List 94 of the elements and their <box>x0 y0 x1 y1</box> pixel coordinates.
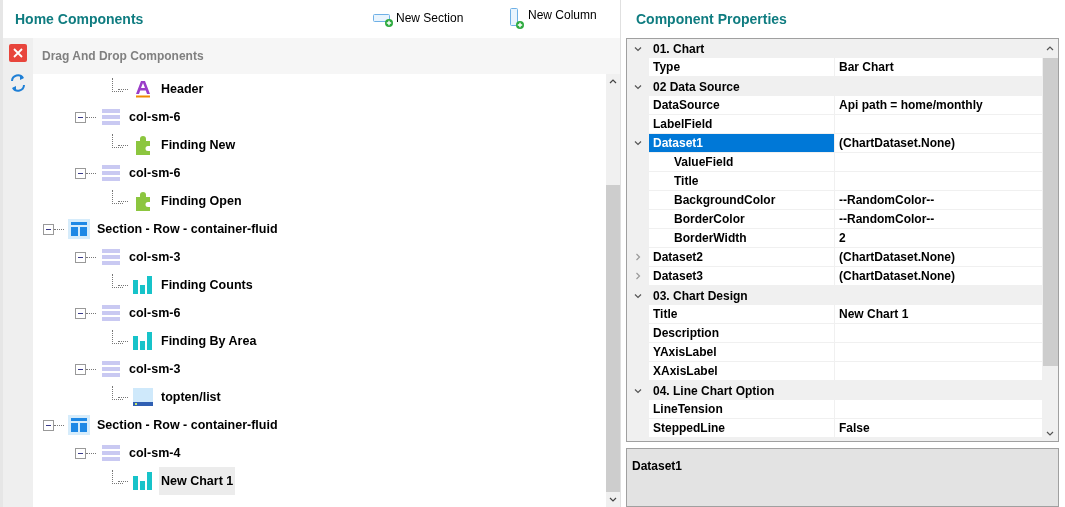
chevron-right-icon[interactable] <box>634 253 642 261</box>
chevron-down-icon[interactable] <box>634 139 642 147</box>
chevron-down-icon[interactable] <box>634 291 642 300</box>
property-name[interactable]: LineTension <box>649 400 835 418</box>
scroll-down-icon <box>1046 431 1054 436</box>
property-name[interactable]: LabelField <box>649 115 835 133</box>
property-name[interactable]: Dataset1 <box>649 134 835 152</box>
scrollbar[interactable] <box>606 74 620 507</box>
stacked-rows-icon <box>102 444 120 462</box>
collapse-toggle[interactable] <box>75 111 86 123</box>
description-title: Dataset1 <box>632 459 683 473</box>
chevron-right-icon[interactable] <box>634 272 642 280</box>
close-button[interactable] <box>9 44 27 62</box>
stacked-rows-icon <box>102 248 120 266</box>
refresh-button[interactable] <box>8 72 28 94</box>
property-value[interactable]: New Chart 1 <box>835 305 1042 323</box>
new-section-button[interactable]: New Section <box>373 10 510 28</box>
tree-item[interactable]: col-sm-6 <box>127 159 183 187</box>
property-name[interactable]: SteppedLine <box>649 419 835 437</box>
tree-item[interactable]: Section - Row - container-fluid <box>95 215 280 243</box>
panel-title: Home Components <box>15 9 145 29</box>
bar-chart-icon <box>133 332 153 350</box>
category-title[interactable]: 04. Line Chart Option <box>649 381 775 400</box>
puzzle-piece-icon <box>134 135 152 155</box>
tree-item[interactable]: col-sm-4 <box>127 439 183 467</box>
property-name[interactable]: BackgroundColor <box>649 191 835 209</box>
category-title[interactable]: 03. Chart Design <box>649 286 748 305</box>
property-value[interactable]: False <box>835 419 1042 437</box>
letter-a-icon <box>135 80 151 98</box>
tree-item[interactable]: Finding Counts <box>159 271 255 299</box>
stacked-rows-icon <box>102 360 120 378</box>
tree-item[interactable]: Finding New <box>159 131 238 159</box>
tree-item[interactable]: Finding By Area <box>159 327 259 355</box>
scrollbar-thumb[interactable] <box>1042 58 1058 366</box>
refresh-icon <box>9 72 27 94</box>
category-title[interactable]: 02 Data Source <box>649 77 740 96</box>
category-title[interactable]: 01. Chart <box>649 39 705 58</box>
chevron-down-icon[interactable] <box>634 386 642 395</box>
chevron-down-icon[interactable] <box>634 82 642 91</box>
property-value[interactable]: --RandomColor-- <box>835 210 1042 228</box>
property-value[interactable]: (ChartDataset.None) <box>835 267 1042 285</box>
property-value[interactable]: --RandomColor-- <box>835 191 1042 209</box>
tree-item[interactable]: Header <box>159 75 206 103</box>
property-name[interactable]: Description <box>649 324 835 342</box>
stacked-rows-icon <box>102 304 120 322</box>
property-name[interactable]: Type <box>649 58 835 76</box>
collapse-toggle[interactable] <box>75 167 86 179</box>
close-icon <box>13 48 23 58</box>
tree-item[interactable]: topten/list <box>159 383 223 411</box>
layout-icon <box>68 219 90 239</box>
property-name[interactable]: YAxisLabel <box>649 343 835 361</box>
property-value[interactable]: Bar Chart <box>835 58 1042 76</box>
panel-icon <box>133 388 153 406</box>
property-name[interactable]: Title <box>649 305 835 323</box>
scroll-up-icon <box>609 79 617 84</box>
bar-chart-icon <box>133 276 153 294</box>
new-column-button[interactable]: New Column <box>510 8 597 30</box>
collapse-toggle[interactable] <box>75 251 86 263</box>
collapse-toggle[interactable] <box>75 447 86 459</box>
tree-item[interactable]: Section - Row - container-fluid <box>95 411 280 439</box>
stacked-rows-icon <box>102 108 120 126</box>
panel-title: Component Properties <box>636 9 787 29</box>
tree-header: Drag And Drop Components <box>42 48 204 65</box>
tree-item[interactable]: Finding Open <box>159 187 244 215</box>
bar-chart-icon <box>133 472 153 490</box>
tree-item[interactable]: col-sm-3 <box>127 243 183 271</box>
collapse-toggle[interactable] <box>43 419 54 431</box>
property-name[interactable]: ValueField <box>649 153 835 171</box>
property-value[interactable]: (ChartDataset.None) <box>835 134 1042 152</box>
add-column-icon <box>510 8 526 30</box>
tree-item[interactable]: col-sm-3 <box>127 355 183 383</box>
scrollbar-thumb[interactable] <box>606 185 620 492</box>
layout-icon <box>68 415 90 435</box>
chevron-down-icon[interactable] <box>634 44 642 53</box>
tree-item[interactable]: col-sm-6 <box>127 103 183 131</box>
collapse-toggle[interactable] <box>75 363 86 375</box>
property-name[interactable]: Dataset2 <box>649 248 835 266</box>
property-name[interactable]: XAxisLabel <box>649 362 835 380</box>
property-name[interactable]: DataSource <box>649 96 835 114</box>
collapse-toggle[interactable] <box>43 223 54 235</box>
tree-item[interactable]: col-sm-6 <box>127 299 183 327</box>
puzzle-piece-icon <box>134 191 152 211</box>
scroll-up-icon <box>1046 46 1054 51</box>
scroll-down-icon <box>609 497 617 502</box>
collapse-toggle[interactable] <box>75 307 86 319</box>
tree-item[interactable]: New Chart 1 <box>159 467 236 495</box>
property-name[interactable]: Title <box>649 172 835 190</box>
property-value[interactable]: Api path = home/monthly <box>835 96 1042 114</box>
property-name[interactable]: Dataset3 <box>649 267 835 285</box>
stacked-rows-icon <box>102 164 120 182</box>
property-value[interactable]: 2 <box>835 229 1042 247</box>
property-name[interactable]: BorderColor <box>649 210 835 228</box>
property-value[interactable]: (ChartDataset.None) <box>835 248 1042 266</box>
property-name[interactable]: BorderWidth <box>649 229 835 247</box>
